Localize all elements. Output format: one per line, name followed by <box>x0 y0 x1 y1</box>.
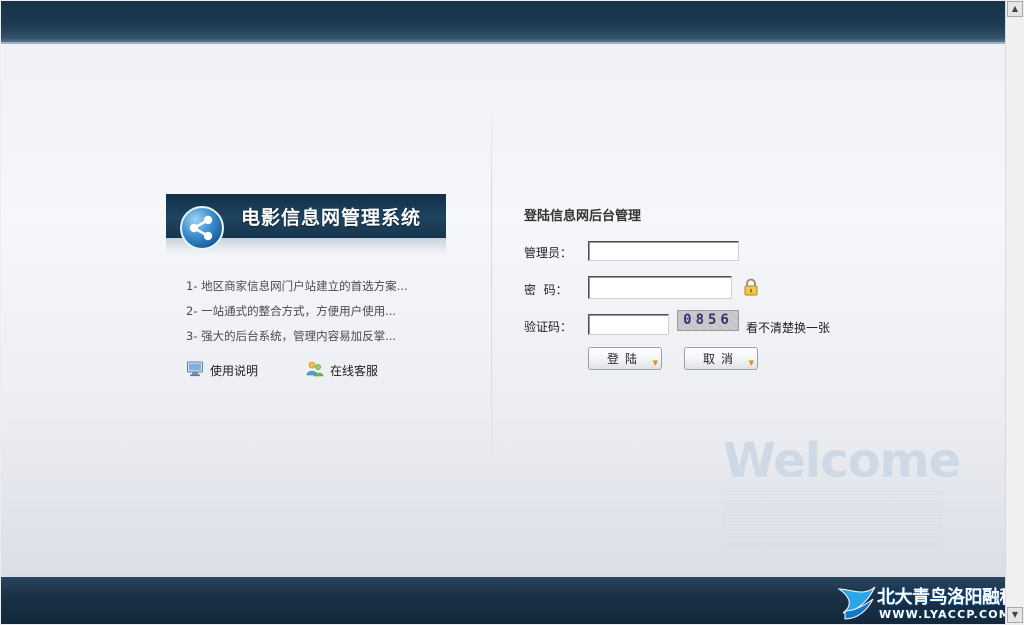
scroll-down-icon[interactable]: ▼ <box>1007 607 1023 623</box>
feature-list: 1- 地区商家信息网门户站建立的首选方案... 2- 一站通式的整合方式，方便用… <box>186 279 408 354</box>
panel-divider <box>491 96 492 466</box>
login-title: 登陆信息网后台管理 <box>524 209 642 224</box>
captcha-input[interactable] <box>588 314 669 335</box>
users-icon <box>306 361 324 377</box>
vertical-scrollbar[interactable]: ▲ ▼ <box>1005 0 1024 625</box>
watermark-url: WWW.LYACCP.COM <box>879 608 1005 621</box>
captcha-image[interactable]: 0856 <box>677 310 739 331</box>
share-icon <box>180 206 224 250</box>
watermark-title: 北大青鸟洛阳融科 <box>877 587 1005 608</box>
password-label: 密 码： <box>524 283 568 297</box>
bird-logo-icon <box>837 586 876 620</box>
support-link-label: 在线客服 <box>330 364 379 378</box>
cancel-button[interactable]: 取消 ▼ <box>684 347 758 370</box>
username-label: 管理员： <box>524 246 573 260</box>
system-title: 电影信息网管理系统 <box>241 207 422 229</box>
captcha-label: 验证码： <box>524 320 573 334</box>
username-input[interactable] <box>588 241 739 261</box>
manual-link[interactable]: 使用说明 <box>186 360 266 380</box>
cancel-button-label: 取消 <box>702 352 739 366</box>
feature-item: 1- 地区商家信息网门户站建立的首选方案... <box>186 279 408 293</box>
lock-icon <box>744 278 758 296</box>
page-viewport: 电影信息网管理系统 1- 地区商家信息网门户站建立的首选方案... 2- 一站通… <box>1 1 1005 624</box>
corner-arrow-icon: ▼ <box>652 359 658 367</box>
monitor-icon <box>187 361 203 377</box>
login-button-label: 登陆 <box>606 352 643 366</box>
support-link[interactable]: 在线客服 <box>306 360 386 380</box>
manual-link-label: 使用说明 <box>210 364 259 378</box>
welcome-watermark: Welcome <box>723 433 961 489</box>
corner-arrow-icon: ▼ <box>748 359 754 367</box>
header-bar <box>1 1 1005 44</box>
app-frame: 电影信息网管理系统 1- 地区商家信息网门户站建立的首选方案... 2- 一站通… <box>0 0 1024 625</box>
welcome-reflection <box>723 491 943 551</box>
feature-item: 2- 一站通式的整合方式，方便用户使用... <box>186 304 397 318</box>
login-button[interactable]: 登陆 ▼ <box>588 347 662 370</box>
captcha-refresh-link[interactable]: 看不清楚换一张 <box>746 319 830 336</box>
feature-item: 3- 强大的后台系统，管理内容易加反掌... <box>186 329 397 343</box>
scroll-up-icon[interactable]: ▲ <box>1007 1 1023 17</box>
password-input[interactable] <box>588 276 732 299</box>
